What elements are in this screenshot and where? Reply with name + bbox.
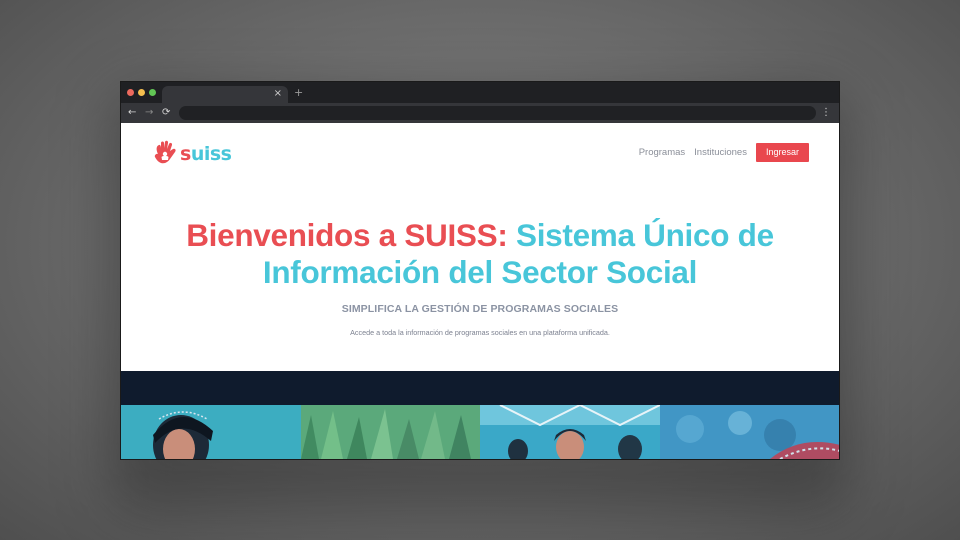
- browser-tab[interactable]: ×: [162, 86, 288, 103]
- photo-crowd: [659, 405, 839, 459]
- site-logo[interactable]: suiss: [152, 139, 232, 169]
- browser-window: × + ← → ⟳ ⋮ suiss Programas Institucione…: [121, 82, 839, 459]
- logo-text-teal: uiss: [190, 143, 232, 165]
- hero-description: Accede a toda la información de programa…: [350, 328, 610, 337]
- hand-logo-icon: [154, 140, 176, 164]
- dark-band: [121, 371, 839, 405]
- nav-link-programas[interactable]: Programas: [639, 147, 685, 158]
- hero-title: Bienvenidos a SUISS: Sistema Único de In…: [121, 217, 839, 291]
- reload-icon[interactable]: ⟳: [162, 105, 170, 121]
- close-window-button[interactable]: [127, 89, 134, 96]
- photo-corn-field: [300, 405, 480, 459]
- close-icon[interactable]: ×: [274, 87, 282, 101]
- photo-community: [480, 405, 660, 459]
- tab-strip: × +: [121, 82, 839, 103]
- ingresar-button[interactable]: Ingresar: [755, 143, 809, 162]
- maximize-window-button[interactable]: [149, 89, 156, 96]
- forward-arrow-icon[interactable]: →: [145, 105, 153, 121]
- plus-icon[interactable]: +: [294, 85, 303, 101]
- back-arrow-icon[interactable]: ←: [128, 105, 136, 121]
- minimize-window-button[interactable]: [138, 89, 145, 96]
- kebab-menu-icon[interactable]: ⋮: [821, 105, 831, 121]
- address-bar[interactable]: [179, 106, 816, 120]
- logo-wordmark: suiss: [180, 143, 232, 165]
- photo-woman: [121, 405, 301, 459]
- hero-subtitle: SIMPLIFICA LA GESTIÓN DE PROGRAMAS SOCIA…: [341, 303, 619, 315]
- web-page: suiss Programas Instituciones Ingresar B…: [121, 123, 839, 459]
- hero-title-red: Bienvenidos a SUISS:: [186, 217, 516, 253]
- browser-toolbar: ← → ⟳ ⋮: [121, 103, 839, 123]
- logo-text-red: s: [180, 143, 191, 165]
- site-nav: Programas Instituciones Ingresar: [639, 143, 809, 162]
- photo-strip: [121, 405, 839, 459]
- nav-link-instituciones[interactable]: Instituciones: [694, 147, 747, 158]
